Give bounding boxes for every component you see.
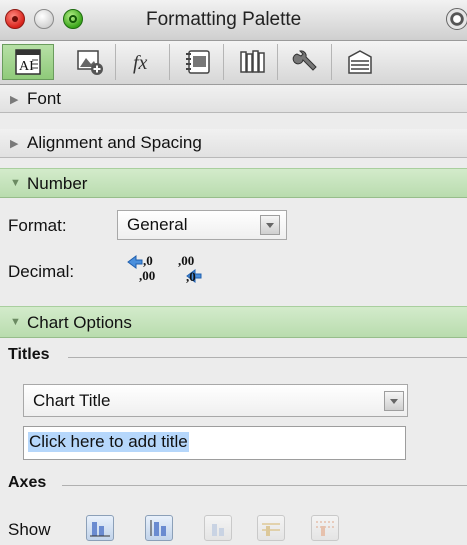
section-label: Number (27, 174, 88, 193)
scrapbook-icon (185, 50, 210, 74)
tab-object-palette[interactable] (334, 44, 386, 80)
insert-picture-icon (76, 50, 103, 75)
titles-popup[interactable]: Chart Title (23, 384, 408, 417)
palette-options-icon[interactable] (446, 8, 467, 30)
show-label: Show (8, 520, 51, 539)
reference-tools-icon (239, 50, 265, 73)
tab-text-formatting[interactable]: AI (2, 44, 54, 80)
titles-group-header: Titles (8, 346, 50, 363)
decrease-decimal-icon: ,00 ,0 (178, 253, 202, 284)
increase-decimal-button[interactable]: ,0 ,00 (126, 252, 166, 286)
primary-vertical-axis-button[interactable] (145, 515, 173, 541)
decrease-decimal-button[interactable]: ,00 ,0 (167, 252, 207, 286)
section-label: Alignment and Spacing (27, 133, 202, 152)
axis-icon (212, 524, 224, 536)
svg-text:AI: AI (19, 59, 34, 74)
major-gridlines-button[interactable] (257, 515, 285, 541)
tab-formula-builder[interactable]: fx (118, 44, 170, 80)
primary-horizontal-axis-button[interactable] (86, 515, 114, 541)
minimize-window-button[interactable] (34, 9, 54, 29)
section-font[interactable]: ▶ Font (0, 85, 467, 113)
axes-group-header: Axes (8, 474, 47, 491)
format-value: General (127, 215, 188, 234)
axes-divider (62, 485, 467, 486)
chart-title-field[interactable]: Click here to add title (23, 426, 406, 460)
disclosure-triangle-right-icon: ▶ (10, 138, 19, 150)
decrease-decimal-top-text: ,00 (178, 253, 194, 268)
section-alignment-spacing[interactable]: ▶ Alignment and Spacing (0, 129, 467, 158)
chevron-down-icon (384, 391, 404, 411)
chevron-down-icon (260, 215, 280, 235)
section-label: Chart Options (27, 313, 132, 332)
secondary-axis-button[interactable] (204, 515, 232, 541)
close-window-button[interactable] (5, 9, 25, 29)
text-formatting-icon: AI (15, 49, 41, 75)
axis-icon (90, 522, 110, 537)
format-popup[interactable]: General (117, 210, 287, 240)
section-number[interactable]: ▼ Number (0, 168, 467, 198)
section-chart-options[interactable]: ▼ Chart Options (0, 306, 467, 338)
title-bar: Formatting Palette (0, 0, 467, 41)
increase-decimal-icon: ,0 ,00 (127, 253, 155, 283)
axis-icon (150, 520, 166, 536)
section-label: Font (27, 89, 62, 108)
gridlines-icon (316, 521, 334, 536)
gridlines-icon (262, 523, 280, 536)
increase-decimal-bottom-text: ,00 (139, 268, 155, 283)
object-palette-icon (348, 50, 372, 74)
formula-fx-icon: fx (133, 52, 148, 74)
decimal-label: Decimal: (8, 262, 75, 281)
disclosure-triangle-down-icon: ▼ (10, 177, 21, 189)
zoom-window-button[interactable] (63, 9, 83, 29)
decrease-decimal-bottom-text: ,0 (186, 269, 196, 284)
tab-reference-tools[interactable] (226, 44, 278, 80)
window-title: Formatting Palette (146, 9, 302, 30)
tab-tools[interactable] (280, 44, 332, 80)
tab-scrapbook[interactable] (172, 44, 224, 80)
disclosure-triangle-down-icon: ▼ (10, 316, 21, 328)
titles-divider (68, 357, 467, 358)
disclosure-triangle-right-icon: ▶ (10, 94, 19, 106)
increase-decimal-top-text: ,0 (143, 253, 153, 268)
tools-wrench-icon (292, 50, 317, 71)
chart-title-selected-text: Click here to add title (28, 432, 189, 452)
minor-gridlines-button[interactable] (311, 515, 339, 541)
svg-text:fx: fx (133, 52, 148, 74)
titles-value: Chart Title (33, 391, 111, 410)
palette-toolbar: AI fx (0, 41, 467, 85)
format-label: Format: (8, 216, 67, 235)
tab-insert-picture[interactable] (64, 44, 116, 80)
